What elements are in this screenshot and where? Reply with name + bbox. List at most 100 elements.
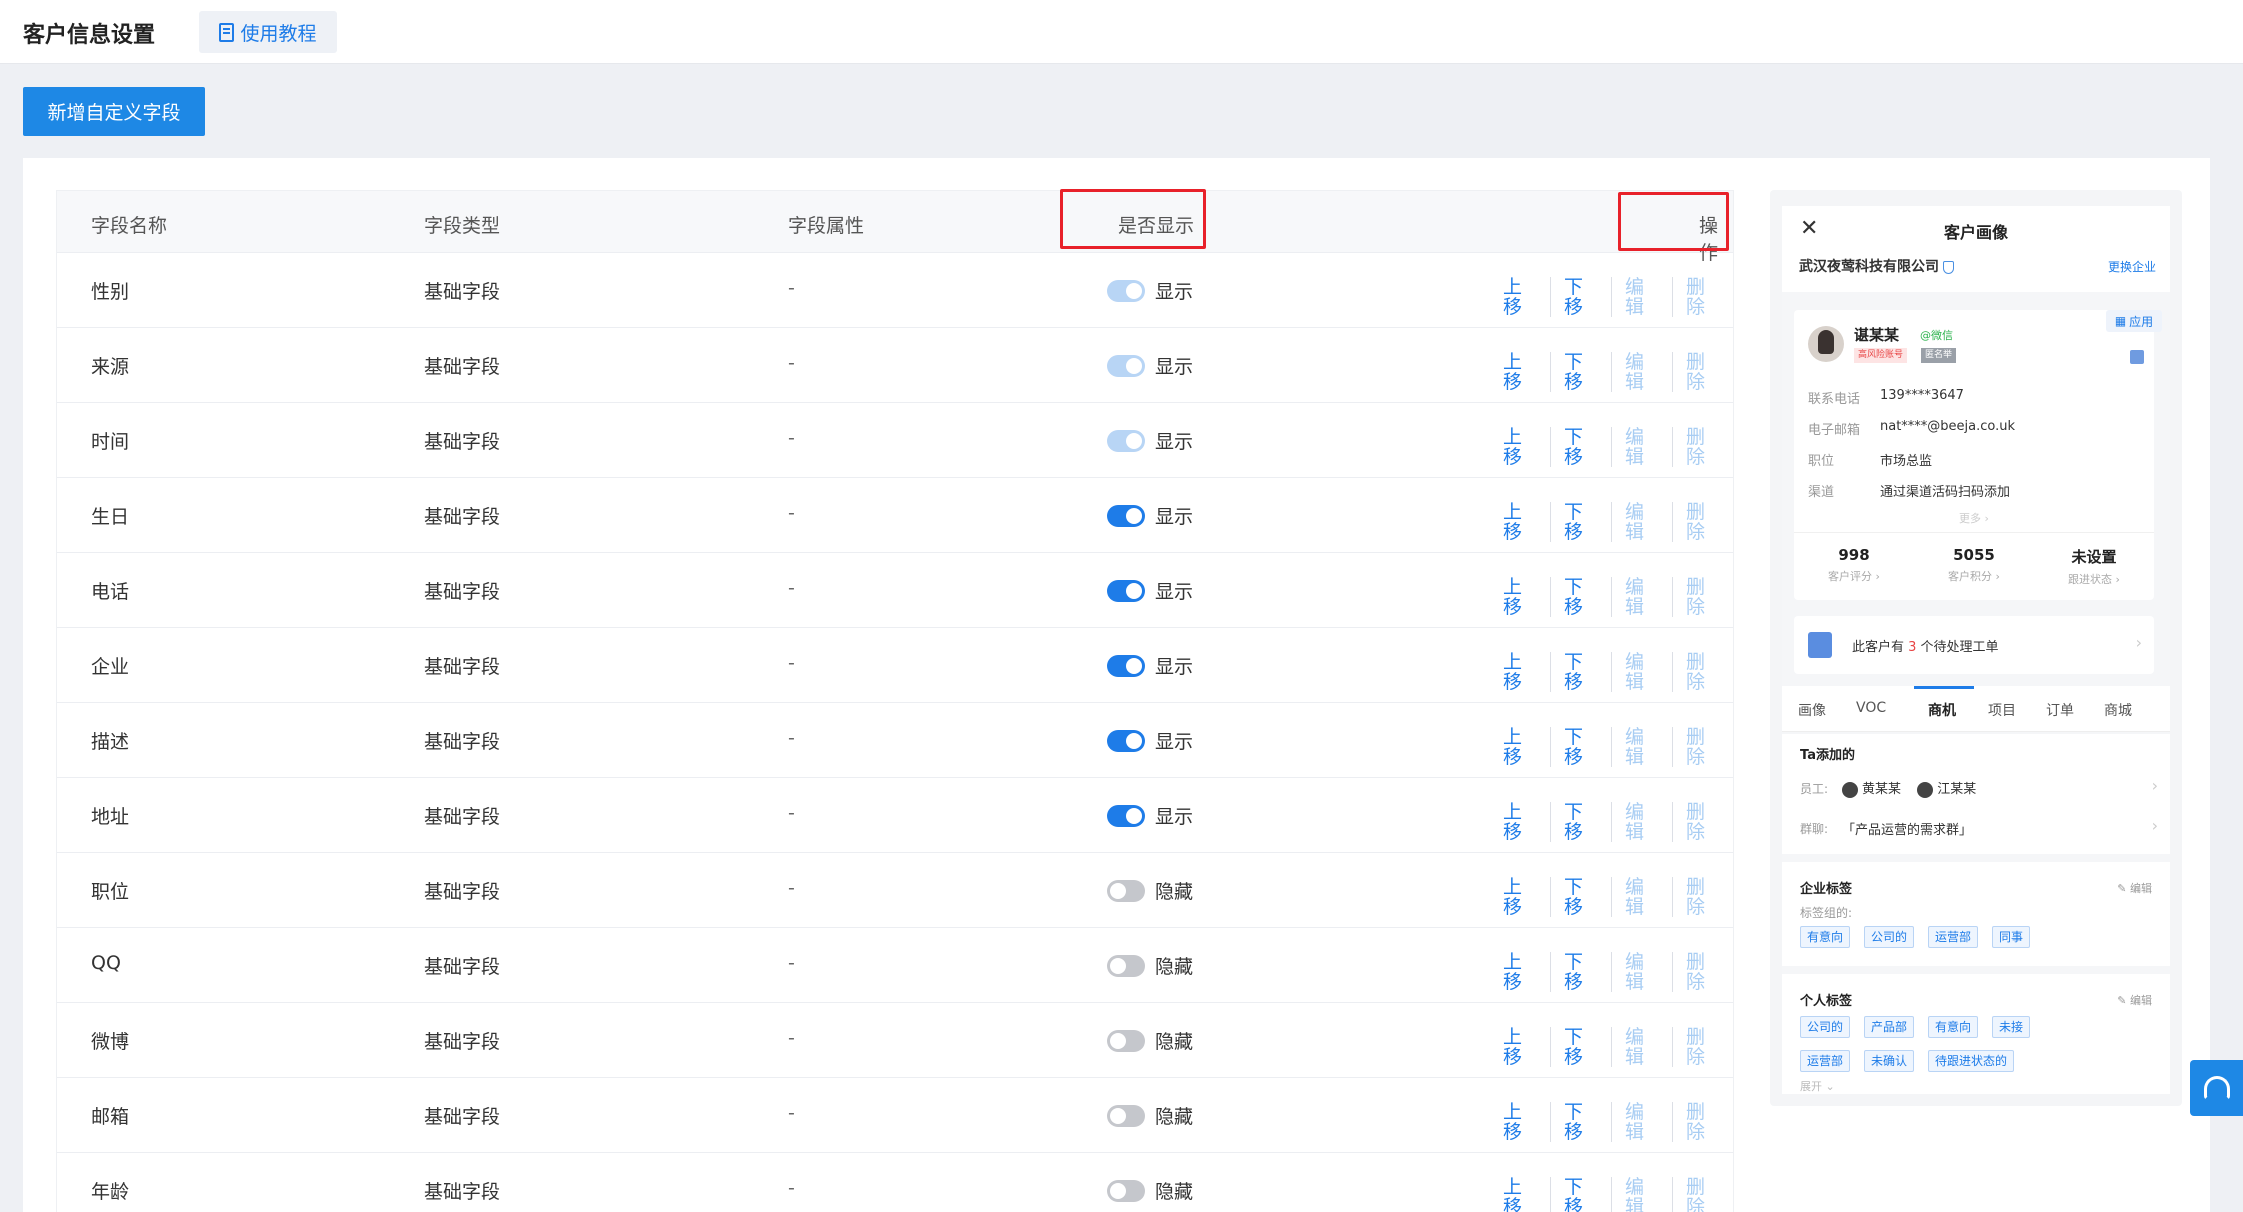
display-switch[interactable]	[1107, 879, 1145, 902]
display-switch[interactable]	[1107, 729, 1145, 752]
edit-link[interactable]: 编辑	[1612, 352, 1673, 392]
edit-link[interactable]: 编辑	[1612, 727, 1673, 767]
move-up-link[interactable]: 上移	[1503, 577, 1551, 617]
row-actions: 上移 下移 编辑 删除	[1503, 727, 1733, 767]
move-down-link[interactable]: 下移	[1551, 1027, 1612, 1067]
customer-profile-preview: ✕ 客户画像 武汉夜莺科技有限公司 更换企业 谌某某 @微信 高风险账号 匿名举…	[1770, 190, 2182, 1106]
section-title: Ta添加的	[1800, 748, 1855, 763]
app-button[interactable]: ▦ 应用	[2106, 310, 2162, 332]
tab-opportunity[interactable]: 商机	[1928, 700, 1956, 720]
edit-link[interactable]: 编辑	[1612, 1177, 1673, 1212]
display-switch	[1107, 429, 1145, 452]
page-title: 客户信息设置	[23, 23, 156, 48]
move-up-link[interactable]: 上移	[1503, 1027, 1551, 1067]
move-up-link[interactable]: 上移	[1503, 727, 1551, 767]
move-down-link[interactable]: 下移	[1551, 1102, 1612, 1142]
pending-orders[interactable]: 此客户有 3 个待处理工单 ›	[1794, 616, 2154, 674]
delete-link[interactable]: 删除	[1673, 577, 1733, 617]
display-switch[interactable]	[1107, 1179, 1145, 1202]
display-switch[interactable]	[1107, 579, 1145, 602]
move-down-link[interactable]: 下移	[1551, 277, 1612, 317]
add-custom-field-button[interactable]: 新增自定义字段	[23, 87, 205, 136]
field-label: 联系电话	[1808, 392, 1861, 407]
move-up-link[interactable]: 上移	[1503, 1102, 1551, 1142]
edit-link[interactable]: 编辑	[1612, 1102, 1673, 1142]
move-up-link[interactable]: 上移	[1503, 1177, 1551, 1212]
table-header: 字段名称 字段类型 字段属性 是否显示 操作	[57, 191, 1733, 264]
move-up-link[interactable]: 上移	[1503, 952, 1551, 992]
move-down-link[interactable]: 下移	[1551, 502, 1612, 542]
edit-icon[interactable]	[2130, 350, 2144, 364]
pending-orders-text: 此客户有 3 个待处理工单	[1852, 636, 1999, 655]
display-switch[interactable]	[1107, 1029, 1145, 1052]
delete-link[interactable]: 删除	[1673, 652, 1733, 692]
table-row: 年龄 基础字段 - 隐藏 上移 下移 编辑 删除	[57, 1153, 1733, 1212]
edit-link[interactable]: 编辑	[1612, 427, 1673, 467]
move-down-link[interactable]: 下移	[1551, 952, 1612, 992]
preview-screen: ✕ 客户画像 武汉夜莺科技有限公司 更换企业 谌某某 @微信 高风险账号 匿名举…	[1782, 206, 2170, 1094]
delete-link[interactable]: 删除	[1673, 877, 1733, 917]
move-down-link[interactable]: 下移	[1551, 427, 1612, 467]
delete-link[interactable]: 删除	[1673, 1177, 1733, 1212]
edit-link[interactable]: 编辑	[1612, 652, 1673, 692]
display-switch[interactable]	[1107, 504, 1145, 527]
move-up-link[interactable]: 上移	[1503, 877, 1551, 917]
edit-link[interactable]: 编辑	[1612, 1027, 1673, 1067]
display-switch[interactable]	[1107, 654, 1145, 677]
delete-link[interactable]: 删除	[1673, 802, 1733, 842]
move-up-link[interactable]: 上移	[1503, 352, 1551, 392]
edit-link[interactable]: 编辑	[1612, 277, 1673, 317]
stat-points[interactable]: 5055 客户积分 ›	[1914, 546, 2034, 584]
delete-link[interactable]: 删除	[1673, 427, 1733, 467]
move-down-link[interactable]: 下移	[1551, 802, 1612, 842]
move-down-link[interactable]: 下移	[1551, 577, 1612, 617]
move-down-link[interactable]: 下移	[1551, 727, 1612, 767]
edit-link[interactable]: ✎ 编辑	[2117, 880, 2152, 896]
move-down-link[interactable]: 下移	[1551, 652, 1612, 692]
tag-chip: 同事	[1992, 926, 2031, 948]
display-switch[interactable]	[1107, 954, 1145, 977]
delete-link[interactable]: 删除	[1673, 1027, 1733, 1067]
move-up-link[interactable]: 上移	[1503, 427, 1551, 467]
tag-group-label: 标签组的:	[1800, 906, 1853, 920]
customer-service-button[interactable]	[2190, 1060, 2243, 1116]
field-type: 基础字段	[424, 956, 501, 978]
avatar	[1917, 781, 1934, 798]
more-link[interactable]: 更多 ›	[1794, 510, 2154, 526]
move-up-link[interactable]: 上移	[1503, 277, 1551, 317]
move-up-link[interactable]: 上移	[1503, 802, 1551, 842]
move-up-link[interactable]: 上移	[1503, 502, 1551, 542]
tutorial-link[interactable]: 使用教程	[199, 11, 337, 53]
edit-link[interactable]: 编辑	[1612, 577, 1673, 617]
display-switch[interactable]	[1107, 1104, 1145, 1127]
display-switch[interactable]	[1107, 804, 1145, 827]
field-type: 基础字段	[424, 281, 501, 303]
display-status: 隐藏	[1155, 1031, 1194, 1053]
expand-link[interactable]: 展开 ⌄	[1800, 1078, 1835, 1094]
delete-link[interactable]: 删除	[1673, 352, 1733, 392]
move-down-link[interactable]: 下移	[1551, 352, 1612, 392]
delete-link[interactable]: 删除	[1673, 1102, 1733, 1142]
move-up-link[interactable]: 上移	[1503, 652, 1551, 692]
delete-link[interactable]: 删除	[1673, 502, 1733, 542]
tab-project[interactable]: 项目	[1988, 700, 2016, 720]
delete-link[interactable]: 删除	[1673, 277, 1733, 317]
edit-link[interactable]: 编辑	[1612, 502, 1673, 542]
display-toggle: 显示	[1107, 727, 1193, 754]
move-down-link[interactable]: 下移	[1551, 877, 1612, 917]
edit-link[interactable]: 编辑	[1612, 877, 1673, 917]
tab-portrait[interactable]: 画像	[1798, 700, 1826, 720]
tab-mall[interactable]: 商城	[2104, 700, 2132, 720]
edit-link[interactable]: 编辑	[1612, 802, 1673, 842]
delete-link[interactable]: 删除	[1673, 727, 1733, 767]
switch-company-link[interactable]: 更换企业	[2108, 258, 2156, 275]
edit-label: 编辑	[2130, 994, 2152, 1007]
edit-link[interactable]: ✎ 编辑	[2117, 992, 2152, 1008]
edit-link[interactable]: 编辑	[1612, 952, 1673, 992]
tab-voc[interactable]: VOC	[1856, 700, 1886, 716]
move-down-link[interactable]: 下移	[1551, 1177, 1612, 1212]
tab-order[interactable]: 订单	[2046, 700, 2074, 720]
stat-follow[interactable]: 未设置 跟进状态 ›	[2034, 546, 2154, 587]
stat-score[interactable]: 998 客户评分 ›	[1794, 546, 1914, 584]
delete-link[interactable]: 删除	[1673, 952, 1733, 992]
